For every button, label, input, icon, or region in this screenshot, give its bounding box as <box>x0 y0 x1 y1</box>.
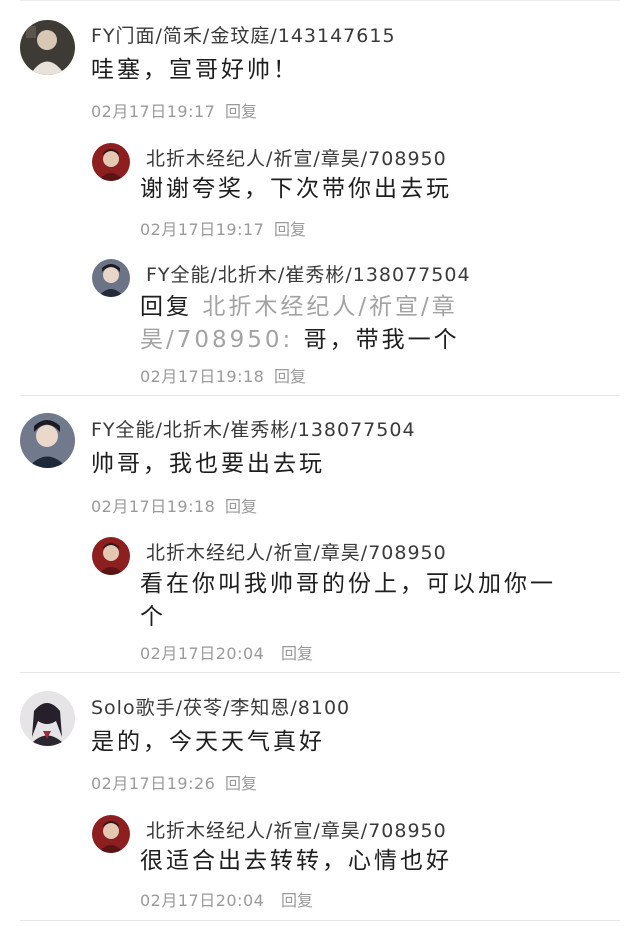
avatar[interactable] <box>92 537 130 575</box>
comment-text: 看在你叫我帅哥的份上，可以加你一个 <box>140 571 556 630</box>
reply-button[interactable]: 回复 <box>281 887 313 911</box>
comment-time: 02月17日19:18 <box>91 497 216 516</box>
reply-prefix: 回复 <box>140 294 192 320</box>
commenter-name[interactable]: 北折木经纪人/祈宣/章昊/708950 <box>146 144 447 171</box>
comment-time: 02月17日19:26 <box>91 774 216 793</box>
thread-divider <box>20 672 620 673</box>
comment-time: 02月17日20:04 <box>140 891 265 910</box>
reply-button[interactable]: 回复 <box>274 363 306 387</box>
avatar[interactable] <box>92 259 130 297</box>
avatar[interactable] <box>92 143 130 181</box>
thread-divider <box>20 920 620 921</box>
comment-text: 很适合出去转转，心情也好 <box>140 848 452 874</box>
comment-time: 02月17日19:17 <box>140 220 265 239</box>
reply-button[interactable]: 回复 <box>225 98 257 122</box>
comment-text: 帅哥，我也要出去玩 <box>91 451 325 477</box>
comment-text: 哇塞，宣哥好帅！ <box>91 57 299 83</box>
commenter-name[interactable]: FY全能/北折木/崔秀彬/138077504 <box>146 260 471 287</box>
avatar[interactable] <box>92 815 130 853</box>
reply-button[interactable]: 回复 <box>281 640 313 664</box>
commenter-name[interactable]: FY门面/简禾/金玟庭/143147615 <box>91 21 396 48</box>
reply-button[interactable]: 回复 <box>274 216 306 240</box>
thread-divider <box>20 395 620 396</box>
avatar[interactable] <box>20 691 75 746</box>
comment-body: 哥，带我一个 <box>303 327 460 353</box>
comment-text: 谢谢夸奖，下次带你出去玩 <box>140 176 452 202</box>
avatar[interactable] <box>20 20 75 75</box>
reply-button[interactable]: 回复 <box>225 770 257 794</box>
comment-text: 是的，今天天气真好 <box>91 729 325 755</box>
comment-text: 回复 北折木经纪人/祈宣/章昊/708950: 哥，带我一个 <box>140 291 570 357</box>
avatar[interactable] <box>20 413 75 468</box>
comment-time: 02月17日19:18 <box>140 367 265 386</box>
commenter-name[interactable]: 北折木经纪人/祈宣/章昊/708950 <box>146 538 447 565</box>
commenter-name[interactable]: FY全能/北折木/崔秀彬/138077504 <box>91 415 416 442</box>
reply-button[interactable]: 回复 <box>225 493 257 517</box>
comment-time: 02月17日20:04 <box>140 644 265 663</box>
commenter-name[interactable]: 北折木经纪人/祈宣/章昊/708950 <box>146 816 447 843</box>
top-divider <box>20 0 620 1</box>
comment-time: 02月17日19:17 <box>91 102 216 121</box>
commenter-name[interactable]: Solo歌手/茯苓/李知恩/8100 <box>91 693 350 720</box>
